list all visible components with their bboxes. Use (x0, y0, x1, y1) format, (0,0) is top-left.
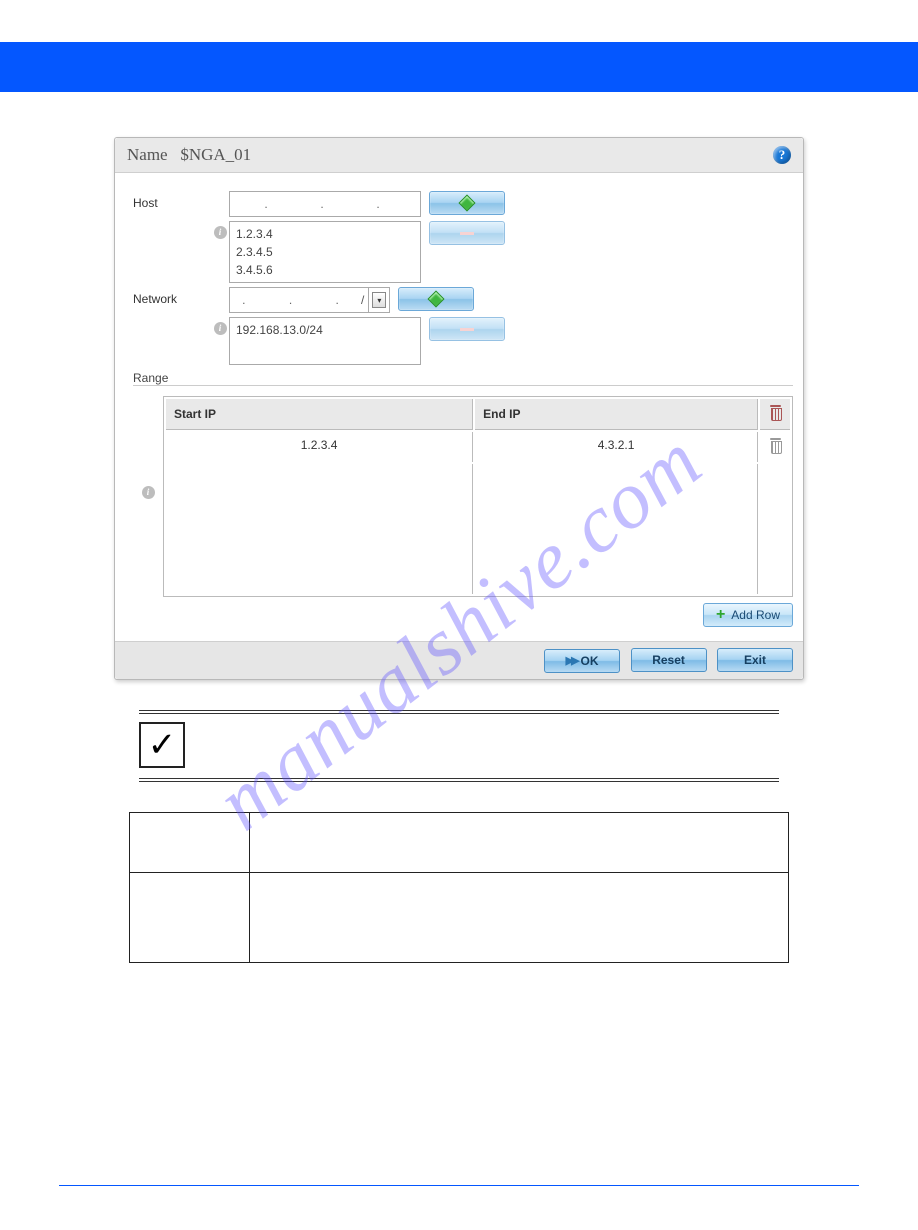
note-divider-block: ✓ (139, 710, 779, 782)
trash-icon (769, 405, 782, 420)
plus-icon: + (716, 609, 725, 621)
network-add-button[interactable] (398, 287, 474, 311)
reset-button[interactable]: Reset (631, 648, 707, 672)
placeholder-table (129, 812, 789, 963)
dialog-title-label: Name (127, 145, 168, 164)
host-ip-input[interactable] (229, 191, 421, 217)
network-group-dialog: Name $NGA_01 ? Host i 1.2.3.4 2.3.4.5 3.… (114, 137, 804, 680)
dialog-footer: ▶▶ OK Reset Exit (115, 641, 803, 679)
minus-icon (460, 232, 474, 235)
host-list-item[interactable]: 2.3.4.5 (236, 243, 414, 261)
info-icon[interactable]: i (214, 322, 227, 335)
network-label: Network (133, 287, 211, 306)
info-icon[interactable]: i (214, 226, 227, 239)
host-add-button[interactable] (429, 191, 505, 215)
footer-rule (59, 1185, 859, 1186)
range-row: 1.2.3.4 4.3.2.1 (166, 432, 790, 462)
network-slash: / (357, 287, 368, 313)
network-list[interactable]: 192.168.13.0/24 (229, 317, 421, 365)
network-cidr-select[interactable]: ▾ (368, 287, 390, 313)
range-col-start: Start IP (166, 399, 473, 430)
ok-button[interactable]: ▶▶ OK (544, 649, 620, 673)
dialog-header: Name $NGA_01 ? (115, 138, 803, 173)
plus-icon (428, 291, 445, 308)
range-table: Start IP End IP 1.2.3.4 4.3.2.1 (163, 396, 793, 597)
host-remove-button[interactable] (429, 221, 505, 245)
range-label: Range (129, 371, 172, 385)
host-label: Host (133, 191, 211, 210)
minus-icon (460, 328, 474, 331)
range-row-delete[interactable] (760, 432, 790, 462)
range-col-end: End IP (475, 399, 758, 430)
network-list-item[interactable]: 192.168.13.0/24 (236, 321, 414, 339)
help-icon[interactable]: ? (773, 146, 791, 164)
add-row-button[interactable]: + Add Row (703, 603, 793, 627)
range-start-cell[interactable]: 1.2.3.4 (166, 432, 473, 462)
info-icon[interactable]: i (142, 486, 155, 499)
host-list-item[interactable]: 1.2.3.4 (236, 225, 414, 243)
chevron-down-icon: ▾ (372, 292, 386, 308)
network-ip-input[interactable] (229, 287, 357, 313)
network-remove-button[interactable] (429, 317, 505, 341)
dialog-title-value: $NGA_01 (180, 145, 251, 164)
host-list-item[interactable]: 3.4.5.6 (236, 261, 414, 279)
top-banner (0, 42, 918, 92)
add-row-label: Add Row (731, 608, 780, 622)
trash-icon (769, 438, 782, 453)
range-end-cell[interactable]: 4.3.2.1 (475, 432, 758, 462)
forward-icon: ▶▶ (566, 654, 577, 667)
range-delete-all[interactable] (760, 399, 790, 430)
exit-button[interactable]: Exit (717, 648, 793, 672)
host-ip-list[interactable]: 1.2.3.4 2.3.4.5 3.4.5.6 (229, 221, 421, 283)
checkmark-box: ✓ (139, 722, 185, 768)
plus-icon (459, 195, 476, 212)
